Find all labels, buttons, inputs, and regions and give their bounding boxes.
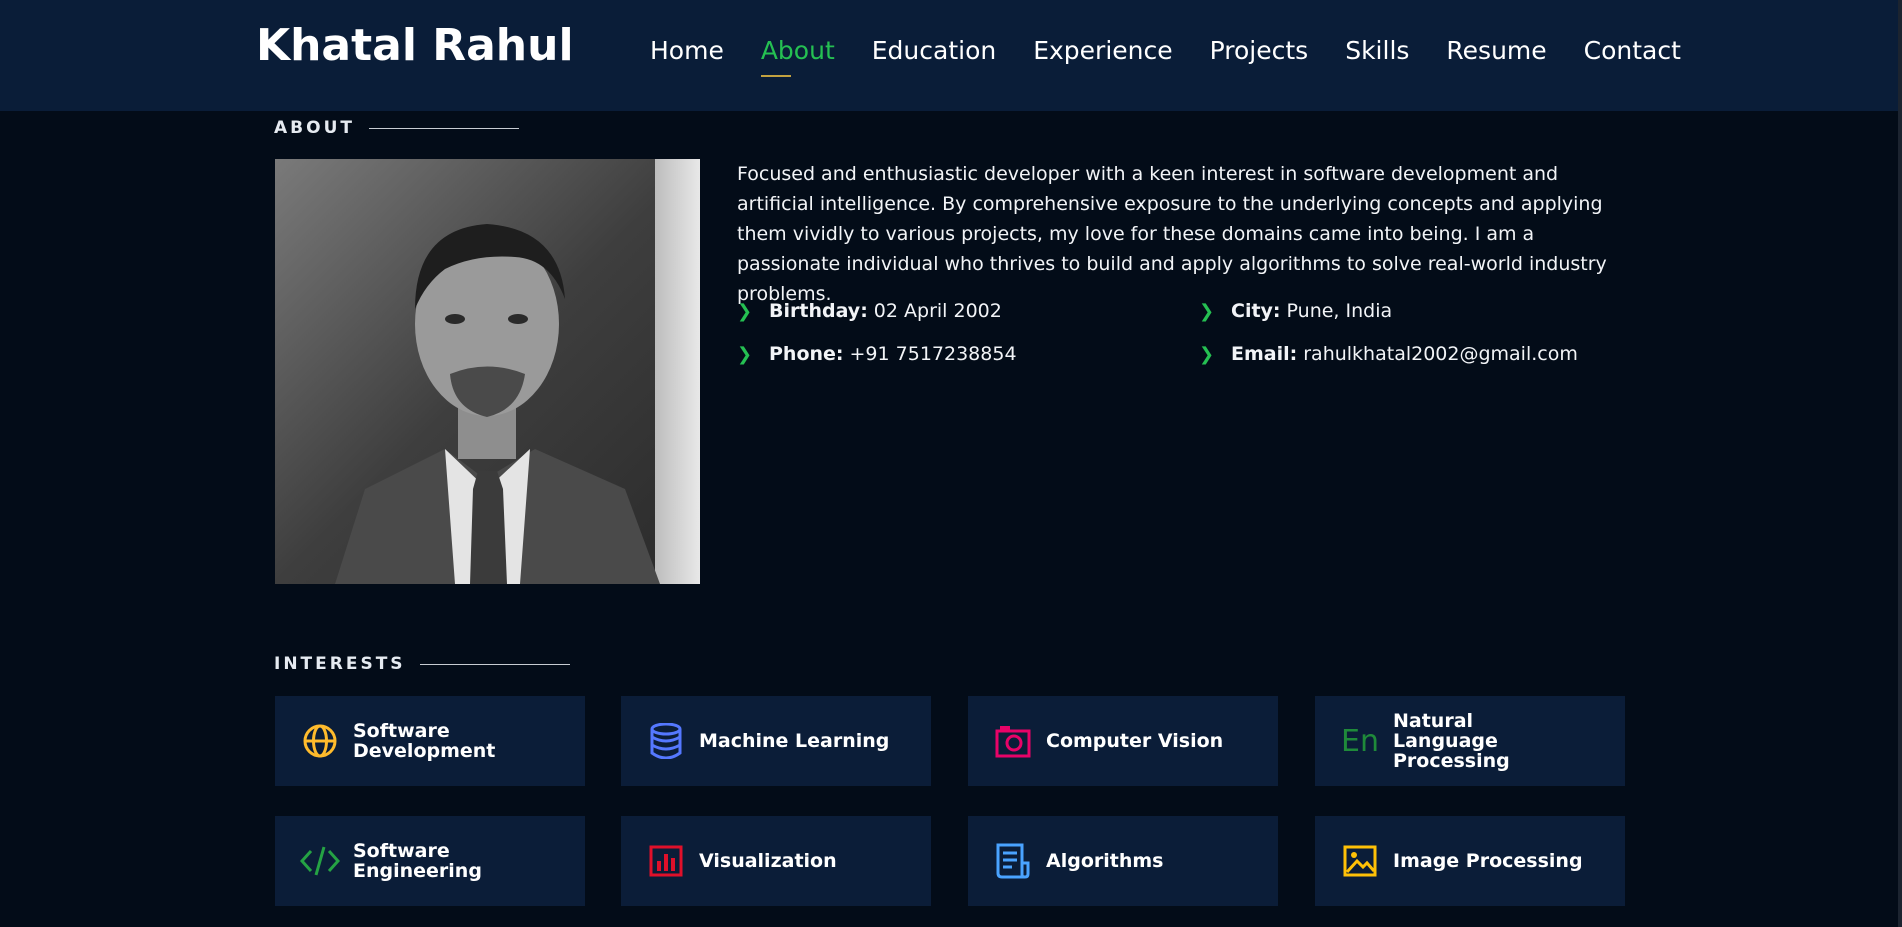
info-email-label: Email: [1231,343,1298,365]
language-icon: En [1340,721,1380,761]
info-city-value: Pune, India [1286,300,1393,322]
interest-card-software-engineering[interactable]: Software Engineering [275,816,585,906]
profile-photo [275,159,700,584]
database-icon [646,721,686,761]
globe-icon [300,721,340,761]
info-city-label: City: [1231,300,1281,322]
page: Khatal Rahul Home About Education Experi… [0,0,1902,927]
about-description: Focused and enthusiastic developer with … [737,163,1607,305]
interest-label: Computer Vision [1046,730,1224,752]
interest-card-algorithms[interactable]: Algorithms [968,816,1278,906]
main-nav: Home About Education Experience Projects… [650,36,1718,77]
chevron-right-icon: ❯ [1199,343,1215,365]
site-header: Khatal Rahul Home About Education Experi… [0,0,1898,111]
info-phone: ❯ Phone: +91 7517238854 [737,343,1017,365]
title-divider [368,127,519,129]
interest-card-image-processing[interactable]: Image Processing [1315,816,1625,906]
interests-title-text: INTERESTS [274,654,406,674]
interest-card-visualization[interactable]: Visualization [621,816,931,906]
bar-chart-icon [646,841,686,881]
interest-label: Natural Language Processing [1393,710,1510,772]
title-divider [419,663,570,665]
nav-projects[interactable]: Projects [1210,36,1309,75]
info-birthday: ❯ Birthday: 02 April 2002 [737,300,1002,322]
info-city: ❯ City: Pune, India [1199,300,1392,322]
info-birthday-value: 02 April 2002 [873,300,1002,322]
nav-resume[interactable]: Resume [1446,36,1546,75]
interest-label: Image Processing [1393,850,1583,872]
camera-icon [993,721,1033,761]
interest-card-software-development[interactable]: Software Development [275,696,585,786]
profile-photo-image [275,159,700,584]
nav-education[interactable]: Education [872,36,996,75]
nav-home[interactable]: Home [650,36,724,75]
nav-experience[interactable]: Experience [1033,36,1172,75]
language-glyph: En [1341,723,1379,759]
chevron-right-icon: ❯ [737,343,753,365]
about-section-title: ABOUT [274,118,519,138]
interest-card-natural-language-processing[interactable]: En Natural Language Processing [1315,696,1625,786]
site-logo[interactable]: Khatal Rahul [256,20,574,71]
interest-card-machine-learning[interactable]: Machine Learning [621,696,931,786]
info-phone-value: +91 7517238854 [849,343,1017,365]
nav-about[interactable]: About [760,36,835,77]
code-icon [300,841,340,881]
info-birthday-label: Birthday: [769,300,868,322]
info-phone-label: Phone: [769,343,844,365]
interest-label: Visualization [699,850,837,872]
about-title-text: ABOUT [274,118,355,138]
interests-section-title: INTERESTS [274,654,570,674]
document-icon [993,841,1033,881]
nav-contact[interactable]: Contact [1584,36,1681,75]
interest-label: Software Development [353,720,496,762]
interest-card-computer-vision[interactable]: Computer Vision [968,696,1278,786]
image-icon [1340,841,1380,881]
info-email: ❯ Email: rahulkhatal2002@gmail.com [1199,343,1578,365]
chevron-right-icon: ❯ [1199,300,1215,322]
personal-info: ❯ Birthday: 02 April 2002 ❯ City: Pune, … [737,300,1637,390]
interest-label: Software Engineering [353,840,482,882]
interest-label: Algorithms [1046,850,1164,872]
interest-label: Machine Learning [699,730,890,752]
nav-skills[interactable]: Skills [1345,36,1409,75]
scrollbar[interactable] [1898,0,1902,927]
info-email-value: rahulkhatal2002@gmail.com [1303,343,1578,365]
chevron-right-icon: ❯ [737,300,753,322]
